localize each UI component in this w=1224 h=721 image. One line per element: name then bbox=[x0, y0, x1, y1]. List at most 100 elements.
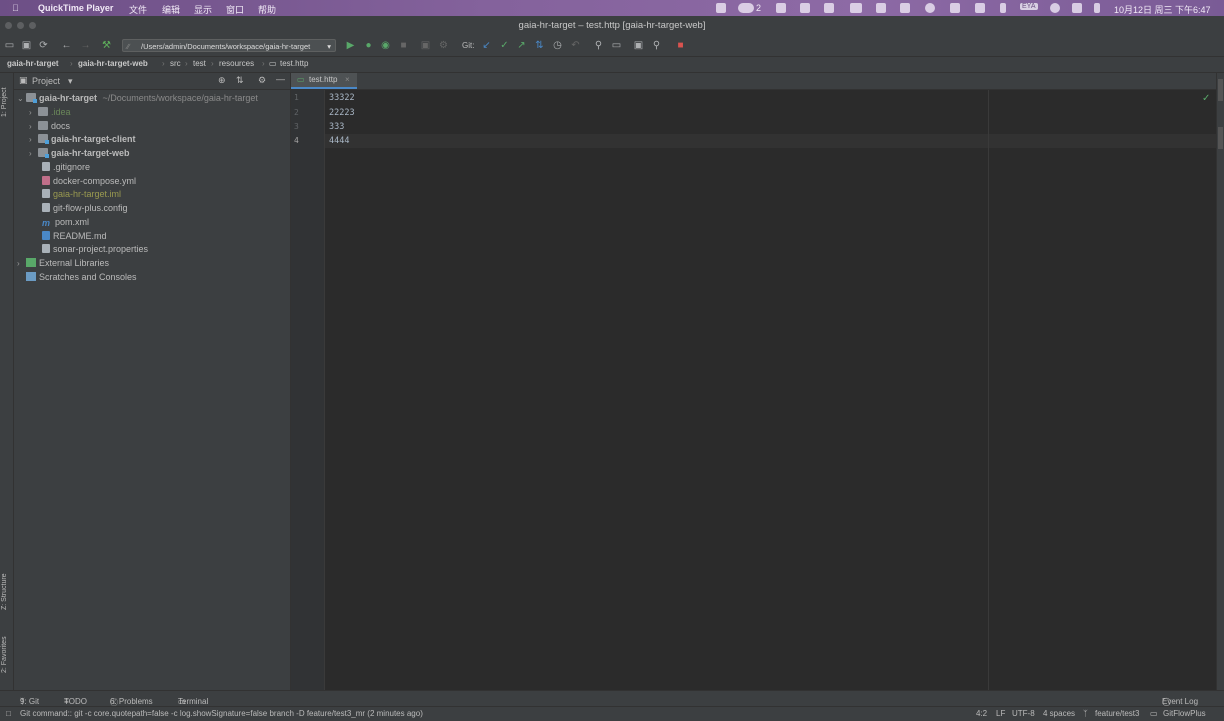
collapse-all-icon[interactable]: ⇅ bbox=[236, 75, 244, 86]
hide-panel-icon[interactable]: — bbox=[276, 74, 285, 84]
project-structure-icon[interactable]: ▭ bbox=[611, 40, 622, 51]
tree-row-web-module[interactable]: › gaia-hr-target-web bbox=[29, 147, 130, 160]
tree-row-idea[interactable]: › .idea bbox=[29, 106, 71, 119]
open-folder-icon[interactable]: ▭ bbox=[4, 40, 15, 51]
menu-edit[interactable]: 编辑 bbox=[162, 3, 180, 16]
search-everywhere-icon[interactable]: ⚲ bbox=[651, 40, 662, 51]
tab-test-http[interactable]: ▭ test.http × bbox=[291, 73, 357, 89]
close-window-button[interactable] bbox=[5, 22, 12, 29]
ant-tool-button[interactable] bbox=[1218, 127, 1223, 149]
gear-icon[interactable]: ⚙ bbox=[258, 75, 266, 86]
maven-tool-button[interactable] bbox=[1218, 79, 1223, 101]
bike-icon[interactable] bbox=[850, 3, 862, 13]
caret-position[interactable]: 4:2 bbox=[976, 709, 987, 718]
chevron-down-icon[interactable]: ▾ bbox=[68, 76, 73, 87]
structure-tool-button[interactable]: Z: Structure bbox=[1, 573, 8, 610]
control-center-icon[interactable] bbox=[1072, 3, 1082, 13]
chevron-right-icon[interactable]: › bbox=[29, 147, 38, 160]
inspection-ok-icon[interactable]: ✓ bbox=[1202, 93, 1210, 104]
git-commit-icon[interactable]: ✓ bbox=[499, 40, 510, 51]
favorites-tool-button[interactable]: 2: Favorites bbox=[1, 636, 8, 673]
code-line[interactable]: 4444 bbox=[329, 136, 349, 146]
breadcrumb-item-module[interactable]: gaia-hr-target-web bbox=[78, 59, 148, 68]
tree-row-iml[interactable]: gaia-hr-target.iml bbox=[42, 188, 121, 201]
menu-window[interactable]: 窗口 bbox=[226, 3, 244, 16]
run-configuration-select[interactable]: ∕∕ /Users/admin/Documents/workspace/gaia… bbox=[122, 39, 336, 52]
eye-icon[interactable] bbox=[738, 3, 754, 13]
tree-row-gitignore[interactable]: .gitignore bbox=[42, 161, 90, 174]
breadcrumb-item-src[interactable]: src bbox=[170, 59, 181, 68]
tree-row-external-libraries[interactable]: › External Libraries bbox=[17, 257, 109, 270]
search-icon[interactable] bbox=[1050, 3, 1060, 13]
indent-setting[interactable]: 4 spaces bbox=[1043, 709, 1075, 718]
gitflow-plus-widget[interactable]: GitFlowPlus bbox=[1163, 709, 1206, 718]
save-all-icon[interactable]: ▣ bbox=[21, 40, 32, 51]
menu-file[interactable]: 文件 bbox=[129, 3, 147, 16]
tree-row-pom[interactable]: m pom.xml bbox=[42, 216, 89, 229]
breadcrumb-item-project[interactable]: gaia-hr-target bbox=[7, 59, 59, 68]
close-tab-icon[interactable]: × bbox=[345, 73, 350, 87]
code-line[interactable]: 22223 bbox=[329, 108, 355, 118]
sync-icon[interactable]: ⟳ bbox=[38, 40, 49, 51]
menu-view[interactable]: 显示 bbox=[194, 3, 212, 16]
code-line[interactable]: 333 bbox=[329, 122, 344, 132]
record-icon[interactable]: ■ bbox=[675, 40, 686, 51]
rollback-icon[interactable]: ↶ bbox=[570, 40, 581, 51]
globe-icon[interactable] bbox=[950, 3, 960, 13]
back-icon[interactable]: ← bbox=[61, 40, 72, 51]
chevron-right-icon[interactable]: › bbox=[29, 120, 38, 133]
history-icon[interactable]: ◷ bbox=[552, 40, 563, 51]
tree-row-scratches[interactable]: Scratches and Consoles bbox=[26, 271, 137, 284]
bluetooth-icon[interactable] bbox=[1000, 3, 1006, 13]
cube-icon[interactable] bbox=[876, 3, 886, 13]
status-message[interactable]: Git command:: git -c core.quotepath=fals… bbox=[20, 709, 423, 718]
app-name-menu[interactable]: QuickTime Player bbox=[38, 3, 113, 13]
siri-icon[interactable] bbox=[1094, 3, 1100, 13]
stop-icon[interactable]: ■ bbox=[398, 40, 409, 51]
build-hammer-icon[interactable]: ⚒ bbox=[101, 40, 112, 51]
settings-wrench-icon[interactable]: ⚲ bbox=[593, 40, 604, 51]
tree-row-readme[interactable]: README.md bbox=[42, 230, 107, 243]
chevron-right-icon[interactable]: › bbox=[29, 106, 38, 119]
apple-icon[interactable]:  bbox=[12, 3, 19, 13]
debug-icon[interactable]: ● bbox=[363, 40, 374, 51]
breadcrumb-item-resources[interactable]: resources bbox=[219, 59, 254, 68]
chevron-right-icon[interactable]: › bbox=[17, 257, 26, 270]
presentation-icon[interactable]: ▣ bbox=[633, 40, 644, 51]
line-separator[interactable]: LF bbox=[996, 709, 1005, 718]
tree-row-sonar[interactable]: sonar-project.properties bbox=[42, 243, 148, 256]
file-encoding[interactable]: UTF-8 bbox=[1012, 709, 1035, 718]
coverage-icon[interactable]: ◉ bbox=[380, 40, 391, 51]
code-line[interactable]: 33322 bbox=[329, 93, 355, 103]
input-method-indicator[interactable]: EYA bbox=[1020, 3, 1038, 10]
box-icon[interactable] bbox=[776, 3, 786, 13]
tree-row-root[interactable]: ⌄ gaia-hr-target ~/Documents/workspace/ga… bbox=[17, 92, 258, 105]
zoom-window-button[interactable] bbox=[29, 22, 36, 29]
attach-debugger-icon[interactable]: ▣ bbox=[420, 40, 431, 51]
project-tool-button[interactable]: 1: Project bbox=[1, 87, 8, 117]
tree-row-docs[interactable]: › docs bbox=[29, 120, 70, 133]
menubar-clock[interactable]: 10月12日 周三 下午6:47 bbox=[1114, 3, 1211, 16]
profiler-icon[interactable]: ⚙ bbox=[438, 40, 449, 51]
tree-row-client-module[interactable]: › gaia-hr-target-client bbox=[29, 133, 136, 146]
run-icon[interactable]: ▶ bbox=[345, 40, 356, 51]
git-compare-icon[interactable]: ⇅ bbox=[534, 40, 545, 51]
chevron-right-icon[interactable]: › bbox=[29, 133, 38, 146]
edit-icon[interactable] bbox=[824, 3, 834, 13]
screen-icon[interactable] bbox=[800, 3, 810, 13]
tools-icon[interactable] bbox=[975, 3, 985, 13]
chevron-down-icon[interactable]: ⌄ bbox=[17, 92, 26, 105]
breadcrumb-item-file[interactable]: test.http bbox=[280, 59, 308, 68]
git-update-icon[interactable]: ↙ bbox=[481, 40, 492, 51]
tree-row-docker-compose[interactable]: docker-compose.yml bbox=[42, 175, 136, 188]
minimize-window-button[interactable] bbox=[17, 22, 24, 29]
locate-icon[interactable]: ⊕ bbox=[218, 75, 226, 86]
menu-help[interactable]: 帮助 bbox=[258, 3, 276, 16]
circle-icon[interactable] bbox=[925, 3, 935, 13]
shield-icon[interactable] bbox=[900, 3, 910, 13]
tree-row-gitflow-config[interactable]: git-flow-plus.config bbox=[42, 202, 128, 215]
code-editor[interactable]: 33322 22223 333 4444 ✓ bbox=[325, 90, 1216, 690]
git-push-icon[interactable]: ↗ bbox=[516, 40, 527, 51]
git-branch-widget[interactable]: feature/test3 bbox=[1095, 709, 1139, 718]
breadcrumb-item-test[interactable]: test bbox=[193, 59, 206, 68]
